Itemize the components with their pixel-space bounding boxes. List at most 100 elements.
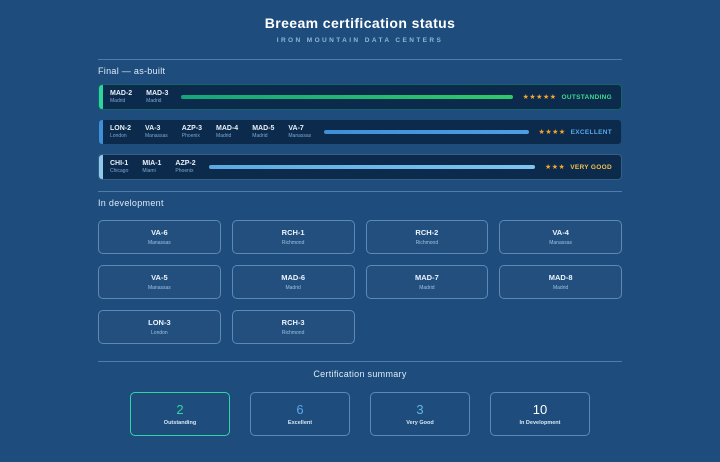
facility-chip: MAD-2 Madrid xyxy=(103,90,139,105)
rating-label: EXCELLENT xyxy=(570,128,612,136)
rating-stars-icon: ★★★★★ xyxy=(522,94,557,101)
facility-code: VA-6 xyxy=(151,228,168,238)
page-title: Breeam certification status xyxy=(264,15,456,31)
facility-code: MAD-6 xyxy=(281,273,305,283)
facility-city: Miami xyxy=(142,168,156,175)
summary-card: 3 Very Good xyxy=(370,392,470,436)
development-facility-card: RCH-1 Richmond xyxy=(231,220,355,254)
facility-chip: AZP-3 Phoenix xyxy=(175,125,209,140)
facility-code: LON-3 xyxy=(148,318,171,328)
rating-progress-bar xyxy=(324,130,529,134)
facility-code: RCH-1 xyxy=(281,228,305,238)
breeam-dashboard: Breeam certification status Iron Mountai… xyxy=(0,0,720,436)
facility-code: MAD-7 xyxy=(415,273,439,283)
facility-code: LON-2 xyxy=(110,124,131,132)
facility-city: Madrid xyxy=(146,98,162,105)
page-subtitle: Iron Mountain Data Centers xyxy=(276,37,444,44)
summary-card: 10 In Development xyxy=(490,392,590,436)
summary-count: 6 xyxy=(296,402,304,417)
dashboard-content: Final — as-built MAD-2 Madrid MAD-3 Madrid ★… xyxy=(98,59,622,436)
summary-count: 3 xyxy=(416,402,424,417)
development-facility-card: RCH-3 Richmond xyxy=(231,310,355,344)
facility-city: Chicago xyxy=(110,168,129,175)
facility-city: Madrid xyxy=(110,98,126,105)
facility-code: MAD-2 xyxy=(110,89,133,97)
rating-label: OUTSTANDING xyxy=(561,93,612,101)
certification-rows: MAD-2 Madrid MAD-3 Madrid ★★★★★ OUTSTANDING LO… xyxy=(98,84,622,180)
facility-code: AZP-3 xyxy=(181,124,203,132)
facility-city: Manassas xyxy=(147,239,171,246)
facility-city: Madrid xyxy=(552,284,569,291)
final-section-label: Final — as-built xyxy=(98,66,166,76)
facility-code: CHI-1 xyxy=(110,159,129,167)
facility-code: MIA-1 xyxy=(142,159,162,167)
development-facility-card: MAD-6 Madrid xyxy=(231,265,355,299)
page-header: Breeam certification status Iron Mountai… xyxy=(0,0,720,44)
facility-city: Richmond xyxy=(281,329,305,336)
certification-summary-section: Certification summary 2 Outstanding 6 Excel… xyxy=(98,361,622,436)
facility-chip: MAD-5 Madrid xyxy=(245,125,281,140)
summary-count: 2 xyxy=(176,402,184,417)
facility-chip-group: CHI-1 Chicago MIA-1 Miami AZP-2 Phoenix xyxy=(103,155,203,179)
development-facility-card: LON-3 London xyxy=(98,310,221,344)
facility-city: Manassas xyxy=(549,239,573,246)
facility-chip: MAD-4 Madrid xyxy=(209,125,245,140)
facility-code: MAD-5 xyxy=(252,124,275,132)
in-development-section: In development VA-6 Manassas RCH-1 Richmond… xyxy=(98,191,622,344)
facility-code: MAD-3 xyxy=(146,89,169,97)
facility-chip: LON-2 London xyxy=(103,125,138,140)
facility-city: Manassas xyxy=(288,133,312,140)
facility-code: VA-3 xyxy=(145,124,161,132)
development-facility-card: VA-4 Manassas xyxy=(499,220,622,254)
facility-chip: VA-7 Manassas xyxy=(281,125,318,140)
facility-city: Madrid xyxy=(419,284,435,291)
facility-chip: CHI-1 Chicago xyxy=(103,160,135,175)
facility-code: VA-5 xyxy=(151,273,168,283)
summary-count: 10 xyxy=(532,402,548,417)
development-section-label: In development xyxy=(98,198,164,208)
summary-card-row: 2 Outstanding 6 Excellent 3 Very Good 10 In Dev… xyxy=(98,392,622,436)
certification-row: LON-2 London VA-3 Manassas AZP-3 Phoenix MAD-4… xyxy=(98,119,622,145)
summary-card: 2 Outstanding xyxy=(130,392,230,436)
development-facility-card: MAD-7 Madrid xyxy=(365,265,489,299)
summary-label: Very Good xyxy=(406,420,434,426)
development-facility-card: VA-6 Manassas xyxy=(98,220,221,254)
development-facility-card: MAD-8 Madrid xyxy=(499,265,622,299)
facility-code: RCH-3 xyxy=(281,318,305,328)
facility-chip: VA-3 Manassas xyxy=(138,125,175,140)
facility-city: Manassas xyxy=(145,133,168,140)
rating-stars-icon: ★★★★ xyxy=(538,129,566,136)
facility-code: MAD-8 xyxy=(548,273,573,283)
facility-city: Phoenix xyxy=(175,168,194,175)
facility-chip: AZP-2 Phoenix xyxy=(168,160,202,175)
rating-stars-icon: ★★★ xyxy=(544,164,566,171)
summary-label: Outstanding xyxy=(163,420,197,426)
facility-city: Phoenix xyxy=(181,133,200,140)
facility-code: MAD-4 xyxy=(216,124,239,132)
facility-chip: MIA-1 Miami xyxy=(135,160,168,175)
development-facility-card: RCH-2 Richmond xyxy=(365,220,489,254)
final-as-built-section: Final — as-built MAD-2 Madrid MAD-3 Madrid ★… xyxy=(98,59,622,180)
rating-progress-bar xyxy=(208,165,535,169)
facility-city: London xyxy=(110,133,127,140)
rating-progress-bar xyxy=(181,95,513,99)
rating-label: VERY GOOD xyxy=(570,163,612,171)
facility-chip-group: LON-2 London VA-3 Manassas AZP-3 Phoenix MAD-4… xyxy=(103,120,318,144)
certification-row: CHI-1 Chicago MIA-1 Miami AZP-2 Phoenix ★★★ VER… xyxy=(98,154,622,180)
facility-code: VA-7 xyxy=(288,124,304,132)
facility-code: VA-4 xyxy=(552,228,569,238)
summary-label: In Development xyxy=(519,420,561,426)
facility-code: RCH-2 xyxy=(415,228,439,238)
summary-section-label: Certification summary xyxy=(313,369,407,379)
facility-city: Manassas xyxy=(147,284,171,291)
facility-city: Madrid xyxy=(252,133,268,140)
facility-chip: MAD-3 Madrid xyxy=(139,90,175,105)
facility-code: AZP-2 xyxy=(175,159,196,167)
facility-city: London xyxy=(151,329,168,336)
summary-card: 6 Excellent xyxy=(250,392,350,436)
development-facility-card: VA-5 Manassas xyxy=(98,265,221,299)
summary-label: Excellent xyxy=(287,420,313,426)
facility-city: Richmond xyxy=(281,239,305,246)
facility-city: Madrid xyxy=(216,133,232,140)
facility-chip-group: MAD-2 Madrid MAD-3 Madrid xyxy=(103,85,175,109)
